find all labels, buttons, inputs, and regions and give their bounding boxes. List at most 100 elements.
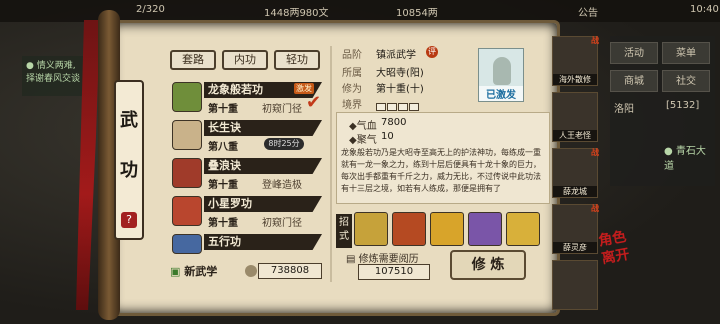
skill-icon <box>172 234 202 254</box>
sect-row: 所属 大昭寺(阳) <box>342 64 424 79</box>
tab-lightness[interactable]: 轻功 <box>274 50 320 70</box>
skill-level: 第十重 <box>208 218 238 229</box>
check-icon: ✔ <box>306 92 322 113</box>
move-icon-3[interactable] <box>430 212 464 246</box>
coin-icon <box>245 265 257 277</box>
new-skill-label: 新武学 <box>184 265 218 278</box>
character-name: 人王老怪 <box>553 130 597 141</box>
move-icon-4[interactable] <box>468 212 502 246</box>
train-requirement-label: ▤ 修炼需要阅历 <box>346 250 419 265</box>
skill-icon <box>172 196 202 226</box>
battle-flag: 战 <box>591 204 599 213</box>
skill-rank: 初窥门径 <box>262 104 302 115</box>
realm-slot <box>409 103 419 111</box>
sect-label: 所属 <box>342 68 362 79</box>
skill-item-3[interactable]: 叠浪诀 第十重 登峰造极 <box>172 156 330 194</box>
fraction-label: 2/320 <box>136 4 165 15</box>
grade-value: 镇派武学 <box>376 50 416 61</box>
realm-row: 境界 <box>342 96 362 111</box>
leave-signature[interactable]: 角色 离开 <box>597 228 631 268</box>
currency-gold: 10854两 <box>396 8 438 19</box>
character-card-1[interactable]: 战 海外散修 <box>552 36 599 86</box>
requirement-value: 107510 <box>358 264 430 280</box>
quest-tracker[interactable]: ● 情义两难, 择谢春风交谈 <box>22 56 92 96</box>
grade-row: 品阶 镇派武学 <box>342 46 416 61</box>
title-char-2: 功 <box>120 160 138 181</box>
character-card-4[interactable]: 战 薛灵彦 <box>552 204 599 254</box>
quest-target[interactable]: ● 青石大道 <box>664 142 715 172</box>
skill-timer: 8时25分 <box>264 138 304 150</box>
character-name: 海外散修 <box>553 74 597 85</box>
grade-label: 品阶 <box>342 50 362 61</box>
skill-name: 叠浪诀 <box>204 158 322 174</box>
skill-level: 第十重 <box>208 104 238 115</box>
stat-label: ◆聚气 <box>349 135 377 146</box>
skill-name: 小星罗功 <box>204 196 322 212</box>
stat-hp: ◆气血 7800 <box>349 117 406 132</box>
character-column: 战 海外散修 人王老怪 战 薛龙城 战 薛灵彦 <box>552 36 602 320</box>
skill-description: 龙象般若功乃是大昭寺至高无上的护法神功，每练成一重就有一龙一象之力，练到十层后便… <box>341 148 541 193</box>
skill-level: 第八重 <box>208 142 238 153</box>
activated-tag: 已激发 <box>479 86 523 101</box>
meditation-portrait: 已激发 <box>478 48 524 102</box>
skill-name: 长生诀 <box>204 120 322 136</box>
skill-rank: 初窥门径 <box>262 218 302 229</box>
moves-label: 招式 <box>336 214 352 248</box>
skill-icon <box>172 120 202 150</box>
battle-flag: 战 <box>591 148 599 157</box>
location-coords: [5132] <box>666 100 700 111</box>
scroll-icon: ▣ <box>170 265 181 278</box>
cultivation-row: 修为 第十重(十) <box>342 80 424 95</box>
stat-qi: ◆聚气 10 <box>349 131 394 146</box>
coin-count: 738808 <box>258 263 322 279</box>
character-card-2[interactable]: 人王老怪 <box>552 92 598 142</box>
character-card-3[interactable]: 战 薛龙城 <box>552 148 599 198</box>
skill-item-2[interactable]: 长生诀 第八重 8时25分 <box>172 118 330 156</box>
realm-slot <box>376 103 386 111</box>
activity-button[interactable]: 活动 <box>610 42 658 64</box>
move-icon-5[interactable] <box>506 212 540 246</box>
currency-silver: 1448两980文 <box>264 8 329 19</box>
right-menu-panel: 活动 菜单 商城 社交 洛阳 [5132] ● 青石大道 <box>610 36 715 186</box>
battle-flag: 战 <box>591 36 599 45</box>
book-icon: ▤ <box>346 254 356 265</box>
shop-button[interactable]: 商城 <box>610 70 658 92</box>
sect-value: 大昭寺(阳) <box>376 68 424 79</box>
skill-icon <box>172 158 202 188</box>
monk-figure-icon <box>493 57 511 85</box>
grade-badge: 评 <box>426 46 438 58</box>
character-name: 薛灵彦 <box>553 242 597 253</box>
character-name: 薛龙城 <box>553 186 597 197</box>
cultivation-label: 修为 <box>342 84 362 95</box>
character-card-5[interactable] <box>552 260 598 310</box>
move-icon-1[interactable] <box>354 212 388 246</box>
new-skill-button[interactable]: ▣ 新武学 <box>170 263 250 281</box>
realm-slot <box>398 103 408 111</box>
skill-item-4[interactable]: 小星罗功 第十重 初窥门径 <box>172 194 330 232</box>
realm-slot <box>387 103 397 111</box>
announce-button[interactable]: 公告 <box>578 4 598 19</box>
skill-item-5[interactable]: 五行功 <box>172 232 330 256</box>
stat-value: 10 <box>381 131 394 142</box>
help-button[interactable]: ? <box>121 212 137 228</box>
quest-line-1: ● 情义两难, <box>26 61 76 71</box>
social-button[interactable]: 社交 <box>662 70 710 92</box>
skill-rank: 登峰造极 <box>262 180 302 191</box>
location-name: 洛阳 <box>614 104 634 115</box>
skill-level: 第十重 <box>208 180 238 191</box>
stat-value: 7800 <box>381 117 407 128</box>
train-button[interactable]: 修 炼 <box>450 250 526 280</box>
skill-icon <box>172 82 202 112</box>
tab-inner[interactable]: 内功 <box>222 50 268 70</box>
quest-line-2: 择谢春风交谈 <box>26 74 81 84</box>
move-icon-2[interactable] <box>392 212 426 246</box>
tab-routine[interactable]: 套路 <box>170 50 216 70</box>
menu-button[interactable]: 菜单 <box>662 42 710 64</box>
column-divider <box>330 46 332 282</box>
clock: 10:40 <box>690 4 719 15</box>
skill-name: 五行功 <box>204 234 322 250</box>
realm-label: 境界 <box>342 100 362 111</box>
cultivation-value: 第十重(十) <box>376 84 424 95</box>
stat-description-box: ◆气血 7800 ◆聚气 10 龙象般若功乃是大昭寺至高无上的护法神功，每练成一… <box>336 112 550 204</box>
title-char-1: 武 <box>120 110 138 131</box>
